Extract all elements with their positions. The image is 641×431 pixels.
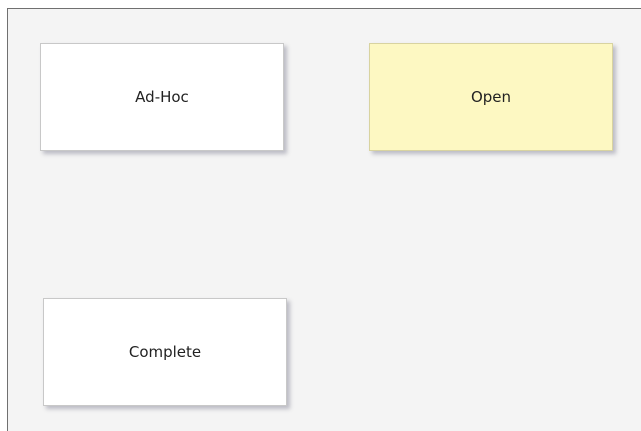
diagram-canvas: Ad-Hoc Open Complete [7, 8, 641, 431]
state-node-open[interactable]: Open [369, 43, 613, 151]
state-node-label: Open [470, 88, 512, 106]
state-node-complete[interactable]: Complete [43, 298, 287, 406]
state-node-label: Complete [128, 343, 202, 361]
state-node-adhoc[interactable]: Ad-Hoc [40, 43, 284, 151]
state-node-label: Ad-Hoc [135, 88, 189, 106]
